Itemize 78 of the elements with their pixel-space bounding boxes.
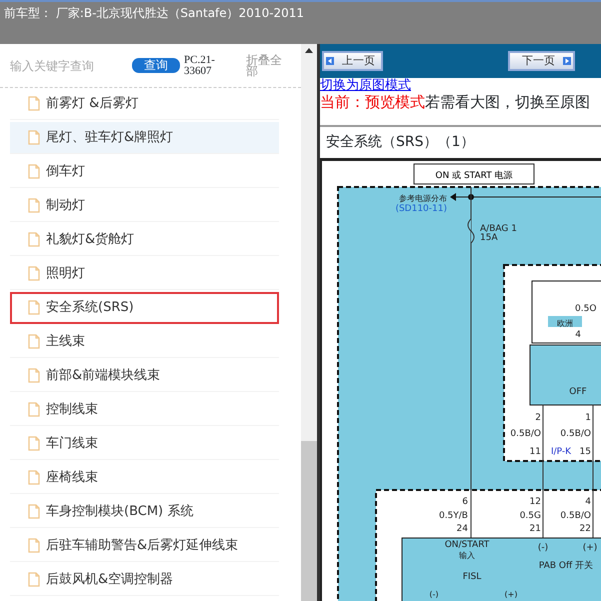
tree-item[interactable]: 安全系统(SRS)	[10, 292, 279, 324]
document-icon	[28, 334, 40, 349]
search-button[interactable]: 查询	[132, 58, 180, 73]
diagram-label: 0.5Y/B	[438, 511, 468, 521]
diagram-label: 15	[580, 447, 591, 457]
diagram-label: 0.5G	[520, 511, 541, 521]
left-arrow-icon	[326, 57, 334, 65]
diagram-label: (-)	[538, 543, 548, 553]
document-icon	[28, 130, 40, 145]
diagram-label: 0.5B/O	[560, 429, 591, 439]
diagram-label: (+)	[504, 590, 518, 599]
tree-item[interactable]: 倒车灯	[10, 156, 279, 188]
tree-item[interactable]: 照明灯	[10, 258, 279, 290]
tree-item[interactable]: 制动灯	[10, 190, 279, 222]
diagram-label: 22	[580, 524, 591, 534]
tree-item[interactable]: 控制线束	[10, 394, 279, 426]
window-title: 前车型： 厂家:B-北京现代胜达（Santafe）2010-2011	[0, 0, 601, 44]
tree-item[interactable]: 座椅线束	[10, 462, 279, 494]
original-mode-link[interactable]: 切换为原图模式	[320, 78, 411, 93]
document-icon	[28, 572, 40, 587]
document-icon	[28, 470, 40, 485]
document-icon	[28, 402, 40, 417]
diagram-label: 1	[585, 413, 591, 423]
document-icon	[28, 232, 40, 247]
tree-item[interactable]: 后鼓风机&空调控制器	[10, 564, 279, 596]
tree-item[interactable]: 主线束	[10, 326, 279, 358]
diagram-label: 11	[530, 447, 541, 457]
diagram-label: FISL	[462, 572, 482, 582]
diagram-label: (SD110-11)	[395, 204, 447, 214]
diagram-label: 4	[585, 497, 591, 507]
tree-item[interactable]: 礼貌灯&货舱灯	[10, 224, 279, 256]
previous-page-button[interactable]: 上一页	[322, 51, 383, 71]
tree-item[interactable]: 车门线束	[10, 428, 279, 460]
code-label: PC.21-33607	[184, 54, 216, 76]
diagram-label: OFF	[569, 387, 587, 397]
diagram-label: 0.5O	[575, 304, 596, 314]
document-icon	[28, 198, 40, 213]
tree-item[interactable]: 前雾灯 &后雾灯	[10, 88, 279, 120]
tree-item[interactable]: 车身控制模块(BCM) 系统	[10, 496, 279, 528]
diagram-label: 0.5B/O	[560, 511, 591, 521]
tree-item[interactable]: 尾灯、驻车灯&牌照灯	[10, 122, 279, 154]
diagram-label: 4	[575, 330, 581, 340]
diagram-label: 欧洲	[557, 319, 573, 328]
diagram-label: 6	[462, 497, 468, 507]
diagram-label: 参考电源分布	[399, 194, 447, 203]
tree-item[interactable]: 前部&前端模块线束	[10, 360, 279, 392]
document-icon	[28, 266, 40, 281]
page-title: 安全系统（SRS）（1）	[320, 125, 601, 161]
document-icon	[28, 96, 40, 111]
diagram-symbol	[468, 218, 474, 244]
right-arrow-icon	[563, 57, 571, 65]
diagram-label: I/P-K	[551, 447, 572, 457]
diagram-label: 2	[535, 413, 541, 423]
document-icon	[28, 504, 40, 519]
diagram-label: A/BAG 1	[480, 224, 517, 234]
document-icon	[28, 300, 40, 315]
diagram-label: 0.5B/O	[510, 429, 541, 439]
diagram-label: ON/START	[444, 540, 490, 550]
document-icon	[28, 538, 40, 553]
next-page-button[interactable]: 下一页	[508, 51, 575, 71]
diagram-label: (+)	[582, 543, 598, 553]
diagram-label: 12	[530, 497, 541, 507]
diagram-label: 15A	[480, 233, 498, 243]
document-icon	[28, 164, 40, 179]
diagram-symbol	[450, 193, 456, 201]
junction-dot	[468, 194, 474, 200]
document-icon	[28, 368, 40, 383]
diagram-label: PAB Off 开关	[538, 561, 594, 571]
tree-item[interactable]: 后驻车辅助警告&后雾灯延伸线束	[10, 530, 279, 562]
search-field[interactable]: 输入关键字查询	[8, 56, 128, 76]
diagram-label: 24	[456, 524, 468, 534]
diagram-label: 输入	[459, 551, 475, 560]
document-icon	[28, 436, 40, 451]
diagram-label: (-)	[429, 590, 439, 599]
diagram-label: ON 或 START 电源	[435, 171, 513, 181]
mode-status-text: 当前：预览模式若需看大图，切换至原图	[320, 93, 591, 111]
diagram-label: 21	[530, 524, 541, 534]
scrollbar-thumb[interactable]	[301, 441, 317, 601]
